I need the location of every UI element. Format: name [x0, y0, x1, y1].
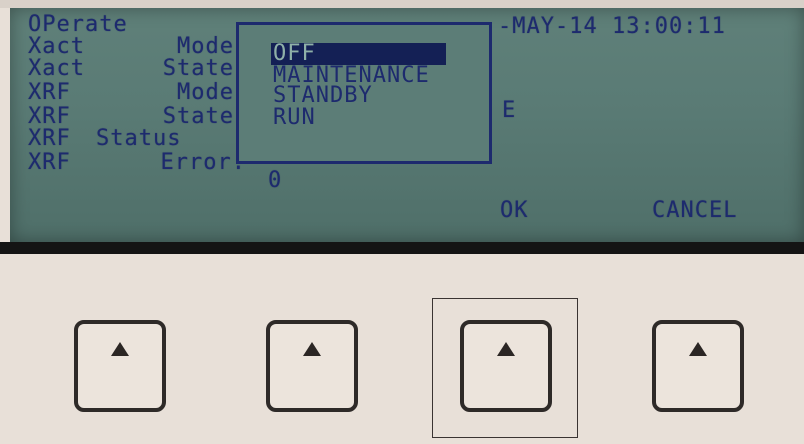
- option-standby[interactable]: STANDBY: [273, 85, 373, 107]
- xrf-state-label: XRF: [28, 104, 71, 129]
- option-run[interactable]: RUN: [273, 107, 316, 129]
- xrf-status-field: Status: [96, 126, 182, 151]
- softkey-2-button[interactable]: [266, 320, 358, 412]
- up-arrow-icon: [497, 342, 515, 356]
- xrf-mode-field: Mode: [177, 80, 234, 105]
- display-bezel: [0, 0, 804, 8]
- option-off[interactable]: OFF: [271, 43, 446, 65]
- xact-mode-label: Xact: [28, 34, 85, 59]
- up-arrow-icon: [111, 342, 129, 356]
- xrf-mode-label: XRF: [28, 80, 71, 105]
- datetime-display: -MAY-14 13:00:11: [498, 14, 726, 39]
- selection-highlight: [315, 45, 444, 63]
- operate-title: OPerate: [28, 12, 128, 37]
- xact-state-field: State: [162, 56, 234, 81]
- softkey-panel: [0, 254, 804, 444]
- softkey-1-button[interactable]: [74, 320, 166, 412]
- xrf-error-value: 0: [268, 168, 283, 193]
- ok-softkey-label: OK: [500, 198, 529, 223]
- up-arrow-icon: [689, 342, 707, 356]
- lcd-screen: OPerate Xact Mode Xact State XRF Mode XR…: [10, 8, 804, 242]
- mode-select-dialog: OFF MAINTENANCE STANDBY RUN: [236, 22, 492, 164]
- xact-mode-field: Mode: [177, 34, 234, 59]
- softkey-4-button[interactable]: [652, 320, 744, 412]
- xrf-error-field: Error:: [160, 150, 246, 175]
- softkey-3-button[interactable]: [460, 320, 552, 412]
- xrf-mode-value: E: [502, 98, 517, 123]
- xrf-status-label: XRF: [28, 126, 71, 151]
- cancel-softkey-label: CANCEL: [652, 198, 738, 223]
- display-frame-edge: [0, 242, 804, 254]
- xrf-state-field: State: [162, 104, 234, 129]
- up-arrow-icon: [303, 342, 321, 356]
- xact-state-label: Xact: [28, 56, 85, 81]
- xrf-error-label: XRF: [28, 150, 71, 175]
